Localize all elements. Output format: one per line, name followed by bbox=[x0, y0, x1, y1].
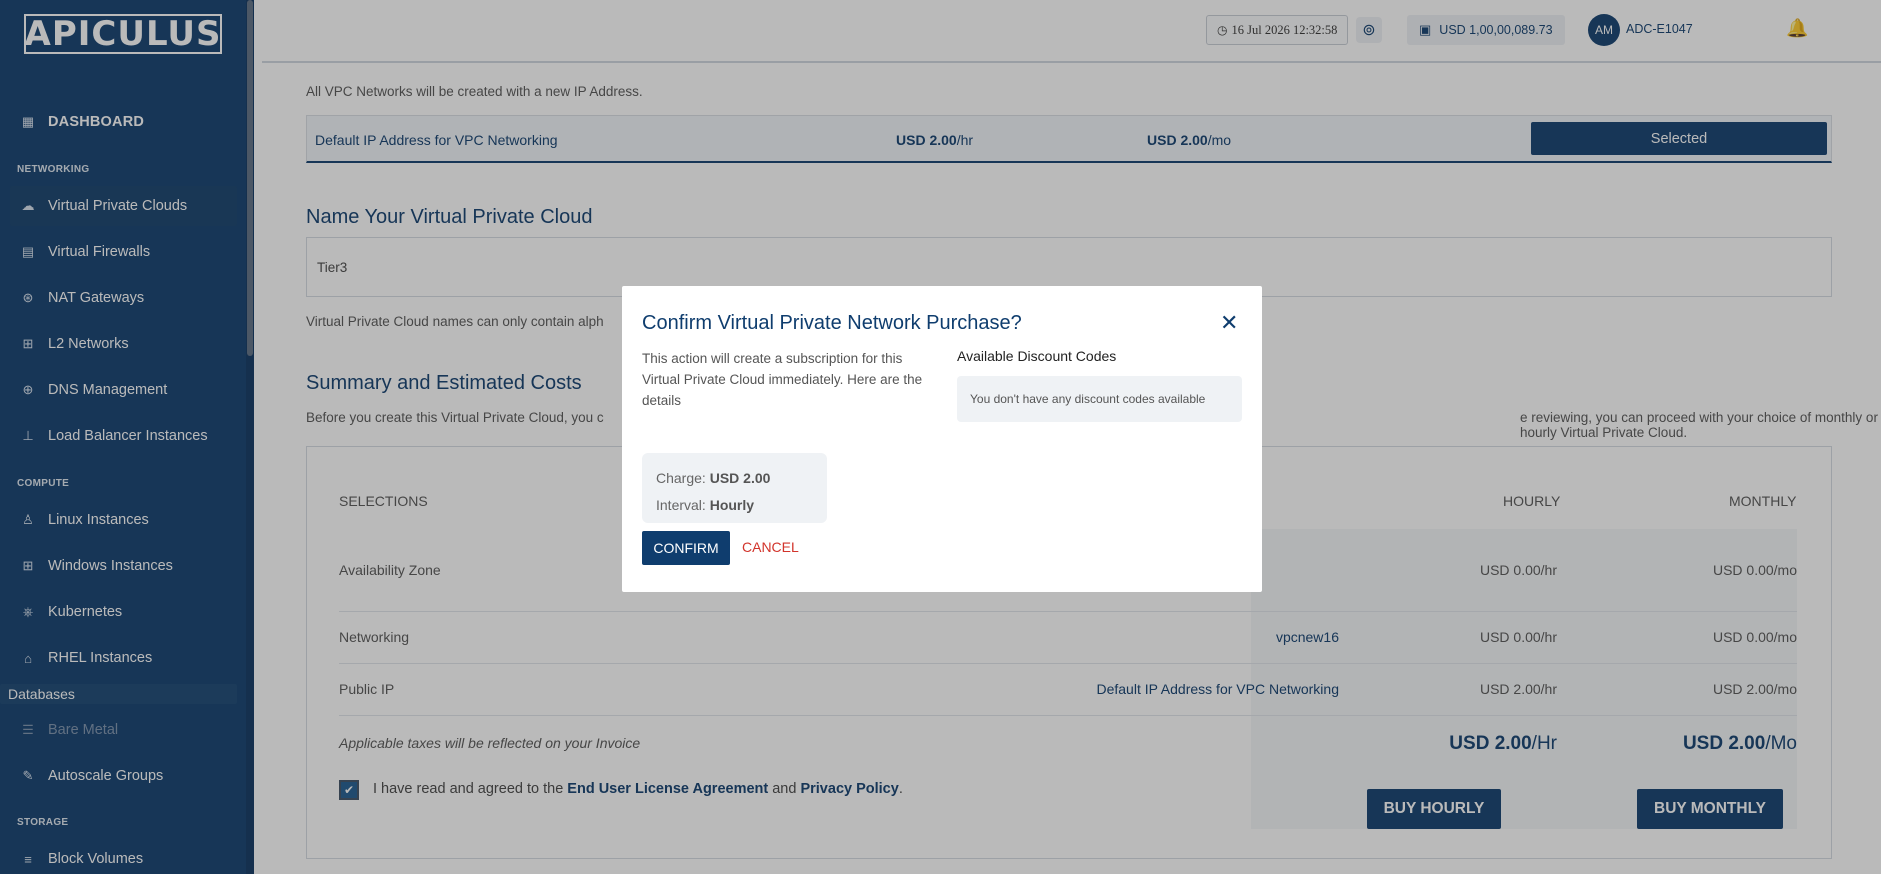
confirm-button[interactable]: CONFIRM bbox=[642, 531, 730, 565]
discount-empty-text: You don't have any discount codes availa… bbox=[970, 392, 1206, 406]
interval-row: Interval: Hourly bbox=[656, 497, 755, 513]
confirm-purchase-modal: Confirm Virtual Private Network Purchase… bbox=[622, 286, 1262, 592]
modal-title: Confirm Virtual Private Network Purchase… bbox=[642, 312, 1022, 334]
modal-description: This action will create a subscription f… bbox=[642, 351, 923, 408]
charge-details: Charge: USD 2.00 Interval: Hourly bbox=[642, 453, 827, 523]
close-icon[interactable]: ✕ bbox=[1220, 310, 1238, 336]
discount-codes-title: Available Discount Codes bbox=[957, 348, 1117, 364]
cancel-button[interactable]: CANCEL bbox=[742, 539, 799, 555]
discount-codes-empty: You don't have any discount codes availa… bbox=[957, 376, 1242, 422]
charge-row: Charge: USD 2.00 bbox=[656, 470, 771, 486]
